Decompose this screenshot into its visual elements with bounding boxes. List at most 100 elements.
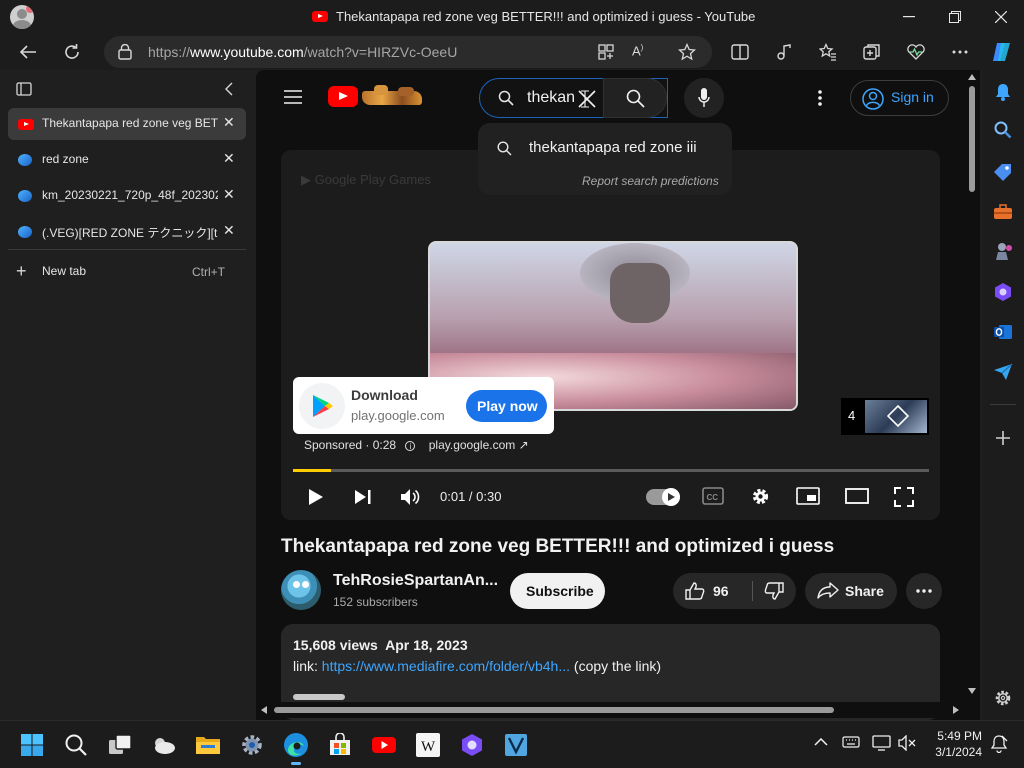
youtube-logo-icon[interactable] [328,86,358,107]
ad-link[interactable]: play.google.com ↗ [429,438,529,452]
vertical-scrollbar[interactable] [964,70,980,702]
youtube-taskbar-button[interactable] [370,731,398,759]
close-tab-icon[interactable]: ✕ [223,186,235,203]
read-aloud-icon[interactable]: A) [632,43,643,58]
customize-sidebar-button[interactable] [991,426,1015,450]
miniplayer-icon[interactable] [796,487,820,505]
suggestion-item[interactable]: thekantapapa red zone iii [478,131,732,163]
wikipedia-taskbar-button[interactable]: W [414,731,442,759]
copilot-sidebar-button[interactable] [991,280,1015,304]
notifications-button[interactable] [991,80,1015,104]
app-available-icon[interactable] [598,44,614,60]
split-screen-button[interactable] [726,38,754,66]
like-button[interactable]: 96 [673,573,753,609]
sign-in-button[interactable]: Sign in [850,80,949,116]
vertical-scroll-thumb[interactable] [969,86,975,192]
games-button[interactable] [991,240,1015,264]
description-line: link: https://www.mediafire.com/folder/v… [293,658,662,674]
close-window-button[interactable] [978,0,1024,34]
report-predictions-link[interactable]: Report search predictions [582,174,719,188]
video-player[interactable]: ▶ Google Play Games Download play.google… [281,150,940,520]
profile-avatar[interactable] [10,5,34,29]
autoplay-toggle[interactable] [646,488,680,506]
drop-button[interactable] [991,360,1015,384]
channel-name[interactable]: TehRosieSpartanAn... [333,572,498,590]
search-icon [626,89,645,108]
ad-card[interactable]: Download play.google.com Play now [293,377,554,434]
file-explorer-button[interactable] [194,731,222,759]
address-bar[interactable]: https://www.youtube.com/watch?v=HIRZVc-O… [104,36,712,68]
scroll-up-arrow-icon[interactable] [968,74,976,80]
favorite-star-icon[interactable] [678,43,696,61]
tab-item-veg-red-zone[interactable]: (.VEG)[RED ZONE テクニック][thekantapapa] ✕ [8,216,246,248]
network-indicator[interactable] [872,735,892,751]
subscribe-button[interactable]: Subscribe [510,573,605,609]
sidebar-search-button[interactable] [991,118,1015,142]
clear-search-icon[interactable] [577,89,597,109]
theater-mode-icon[interactable] [845,488,869,504]
start-button[interactable] [18,731,46,759]
back-button[interactable] [14,38,42,66]
close-tab-icon[interactable]: ✕ [223,114,235,131]
browser-essentials-button[interactable] [902,38,930,66]
play-now-button[interactable]: Play now [466,390,547,422]
search-button[interactable] [603,78,667,118]
copilot-taskbar-button[interactable] [458,731,486,759]
horizontal-scroll-thumb[interactable] [274,707,834,713]
scroll-left-arrow-icon[interactable] [261,706,267,714]
skip-preview[interactable]: 4 [841,398,929,435]
copilot-button[interactable] [988,38,1016,66]
channel-avatar[interactable] [281,570,321,610]
widgets-button[interactable] [150,731,178,759]
tab-item-youtube[interactable]: Thekantapapa red zone veg BETTER!!! and … [8,108,246,140]
edge-taskbar-button[interactable] [282,731,310,765]
collapse-tabs-button[interactable] [224,82,234,96]
more-menu-button[interactable] [946,38,974,66]
settings-gear-icon[interactable] [750,486,771,507]
guide-menu-button[interactable] [284,90,302,104]
tools-button[interactable] [991,200,1015,224]
settings-app-button[interactable] [238,731,266,759]
scroll-right-arrow-icon[interactable] [953,706,959,714]
tab-actions-button[interactable] [16,82,32,96]
task-view-button[interactable] [106,731,134,759]
volume-icon[interactable] [400,488,420,506]
play-icon[interactable] [308,488,324,506]
fullscreen-icon[interactable] [894,487,914,507]
new-tab-button[interactable]: + New tab Ctrl+T [8,256,246,288]
collections-button[interactable] [858,38,886,66]
visual-studio-taskbar-button[interactable] [502,731,530,759]
youtube-doodle-logo[interactable] [362,85,424,107]
description-link[interactable]: https://www.mediafire.com/folder/vb4h... [322,658,570,674]
taskbar-search-button[interactable] [62,731,90,759]
extensions-button[interactable] [770,38,798,66]
horizontal-scrollbar[interactable] [256,702,980,718]
video-progress-bar[interactable] [293,469,929,472]
favorites-button[interactable] [814,38,842,66]
scroll-down-arrow-icon[interactable] [968,688,976,694]
tab-item-km-video[interactable]: km_20230221_720p_48f_20230221_0 ✕ [8,180,246,212]
store-button[interactable] [326,731,354,759]
info-icon[interactable]: i [405,441,416,451]
close-tab-icon[interactable]: ✕ [223,222,235,239]
tab-item-red-zone[interactable]: red zone ✕ [8,144,246,176]
taskbar-clock[interactable]: 5:49 PM 3/1/2024 [920,728,982,760]
dislike-button[interactable] [753,573,796,609]
next-icon[interactable] [354,489,372,505]
settings-menu-button[interactable] [818,90,822,106]
voice-search-button[interactable] [684,78,724,118]
sidebar-settings-button[interactable] [991,686,1015,710]
more-actions-button[interactable] [906,573,942,609]
refresh-button[interactable] [58,38,86,66]
subtitles-icon[interactable]: CC [702,487,724,505]
keyboard-indicator[interactable] [842,736,860,748]
notification-center-button[interactable] [990,735,1008,753]
show-hidden-icons-button[interactable] [814,738,828,746]
close-tab-icon[interactable]: ✕ [223,150,235,167]
volume-indicator[interactable] [898,735,918,751]
shopping-button[interactable] [991,160,1015,184]
outlook-button[interactable] [991,320,1015,344]
share-button[interactable]: Share [805,573,897,609]
restore-button[interactable] [932,0,978,34]
minimize-button[interactable] [886,0,932,34]
